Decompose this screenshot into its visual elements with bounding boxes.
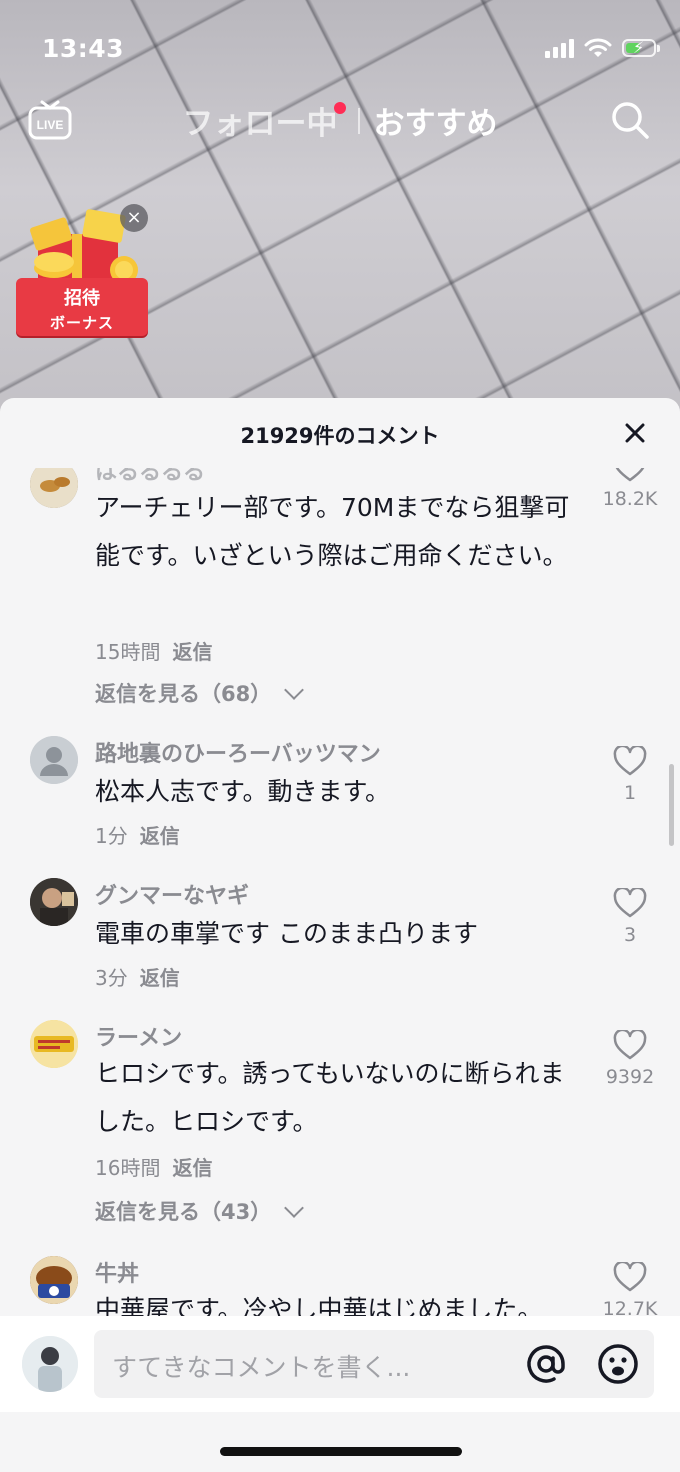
- tab-divider: [357, 107, 360, 134]
- bonus-subtitle: ボーナス: [49, 314, 114, 332]
- like-count: 9392: [605, 1066, 655, 1088]
- like-count: 1: [623, 782, 637, 804]
- comment-text: 松本人志です。動きます。: [95, 777, 391, 806]
- wifi-icon: [584, 38, 612, 57]
- comment-time: 1分: [95, 824, 128, 848]
- home-indicator[interactable]: [220, 1447, 462, 1456]
- view-replies-label: 返信を見る（68）: [95, 682, 272, 706]
- like-button[interactable]: 18.2K: [594, 468, 666, 510]
- avatar[interactable]: [30, 736, 78, 784]
- comment-item: グンマーなヤギ 電車の車掌です このまま凸ります 3分 返信 3: [0, 878, 680, 991]
- comment-username[interactable]: 路地裏のひーろーバッツマン: [95, 736, 381, 768]
- cellular-signal-icon: [545, 38, 574, 58]
- view-replies-label: 返信を見る（43）: [95, 1200, 272, 1224]
- notification-dot: [333, 102, 346, 114]
- avatar[interactable]: [30, 1256, 78, 1304]
- heart-icon: [615, 468, 645, 482]
- comment-meta: 15時間 返信: [95, 636, 212, 665]
- tab-recommended-label: おすすめ: [373, 106, 498, 142]
- status-bar: 13:43 ⚡: [0, 0, 680, 90]
- comment-text: アーチェリー部です。70Mまでなら狙撃可能です。いざという際はご用命ください。: [95, 493, 570, 570]
- heart-icon: [613, 1030, 647, 1060]
- comment-input-bar: すてきなコメントを書く...: [0, 1316, 680, 1412]
- tab-recommended[interactable]: おすすめ: [374, 98, 498, 143]
- comment-item: ラーメン ヒロシです。誘ってもいないのに断られました。ヒロシです。 16時間 返信…: [0, 1020, 680, 1224]
- mention-icon[interactable]: [524, 1342, 568, 1386]
- view-replies-button[interactable]: 返信を見る（68）: [95, 678, 305, 708]
- like-button[interactable]: 1: [594, 746, 666, 804]
- comment-item: 牛丼 中華屋です。冷やし中華はじめました。 12.7K: [0, 1256, 680, 1316]
- reply-button[interactable]: 返信: [140, 824, 180, 848]
- avatar[interactable]: [30, 1020, 78, 1068]
- comment-item: はるるるる アーチェリー部です。70Mまでなら狙撃可能です。いざという際はご用命…: [0, 468, 680, 706]
- invite-bonus-widget[interactable]: 招待 ボーナス ×: [16, 204, 148, 338]
- comment-username[interactable]: グンマーなヤギ: [95, 878, 249, 910]
- view-replies-button[interactable]: 返信を見る（43）: [95, 1196, 305, 1226]
- reply-button[interactable]: 返信: [140, 966, 180, 990]
- comment-input-placeholder: すてきなコメントを書く...: [112, 1353, 411, 1382]
- like-button[interactable]: 12.7K: [594, 1262, 666, 1316]
- status-icons: ⚡: [545, 37, 660, 59]
- comment-list[interactable]: はるるるる アーチェリー部です。70Mまでなら狙撃可能です。いざという際はご用命…: [0, 468, 680, 1316]
- invite-bonus-card: 招待 ボーナス: [16, 278, 148, 336]
- chevron-down-icon: [284, 680, 305, 700]
- avatar[interactable]: [22, 1336, 78, 1392]
- bonus-title: 招待: [64, 288, 100, 309]
- tab-following-label: フォロー中: [182, 106, 338, 142]
- comment-meta: 3分 返信: [95, 962, 180, 991]
- status-time: 13:43: [42, 34, 125, 63]
- feed-tabs: フォロー中 おすすめ: [0, 98, 680, 143]
- emoji-icon[interactable]: [596, 1342, 640, 1386]
- comment-text: ヒロシです。誘ってもいないのに断られました。ヒロシです。: [95, 1059, 565, 1136]
- avatar[interactable]: [30, 468, 78, 508]
- like-count: 12.7K: [602, 1298, 658, 1316]
- close-icon[interactable]: [620, 418, 650, 448]
- comment-text: 中華屋です。冷やし中華はじめました。: [95, 1295, 543, 1316]
- top-nav: LIVE フォロー中 おすすめ: [0, 92, 680, 148]
- like-count: 18.2K: [602, 488, 658, 510]
- tab-following[interactable]: フォロー中: [182, 98, 346, 143]
- close-icon[interactable]: ×: [120, 204, 148, 232]
- heart-icon: [613, 888, 647, 918]
- avatar[interactable]: [30, 878, 78, 926]
- search-icon[interactable]: [610, 100, 650, 140]
- comment-username[interactable]: ラーメン: [95, 1020, 182, 1052]
- like-button[interactable]: 3: [594, 888, 666, 946]
- heart-icon: [613, 1262, 647, 1292]
- reply-button[interactable]: 返信: [172, 1156, 212, 1180]
- battery-icon: ⚡: [622, 38, 660, 57]
- like-count: 3: [623, 924, 637, 946]
- comment-text: 電車の車掌です このまま凸ります: [95, 919, 478, 948]
- like-button[interactable]: 9392: [594, 1030, 666, 1088]
- heart-icon: [613, 746, 647, 776]
- comment-username[interactable]: 牛丼: [95, 1256, 139, 1288]
- comments-sheet: 21929件のコメント はるるるる アーチェリー部です。70Mまでなら狙撃可能で…: [0, 398, 680, 1472]
- comment-item: 路地裏のひーろーバッツマン 松本人志です。動きます。 1分 返信 1: [0, 736, 680, 849]
- sheet-header: 21929件のコメント: [0, 398, 680, 468]
- comment-meta: 1分 返信: [95, 820, 180, 849]
- comment-count-title: 21929件のコメント: [240, 424, 440, 448]
- comment-time: 16時間: [95, 1156, 161, 1180]
- reply-button[interactable]: 返信: [172, 640, 212, 664]
- comment-input[interactable]: すてきなコメントを書く...: [94, 1330, 654, 1398]
- comment-time: 3分: [95, 966, 128, 990]
- chevron-down-icon: [284, 1198, 305, 1218]
- comment-time: 15時間: [95, 640, 161, 664]
- comment-meta: 16時間 返信: [95, 1152, 212, 1181]
